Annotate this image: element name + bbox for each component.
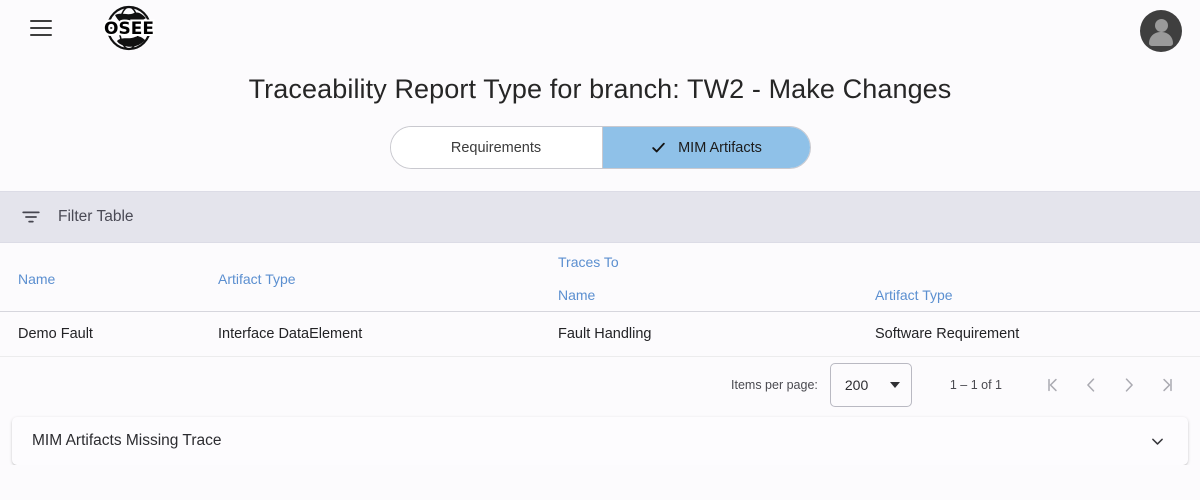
table-paginator: Items per page: 200 1 – 1 of 1	[0, 357, 1200, 413]
expansion-panel-mim-artifacts-missing-trace[interactable]: MIM Artifacts Missing Trace	[12, 417, 1188, 465]
avatar-body	[1149, 32, 1173, 46]
page-footer-space	[0, 465, 1200, 499]
column-group-header-traces-to: Traces To	[558, 254, 619, 270]
column-header-artifact-type[interactable]: Artifact Type	[218, 271, 296, 287]
first-page-icon	[1048, 378, 1057, 392]
top-toolbar: OSEE	[0, 0, 1200, 56]
filter-icon[interactable]	[20, 206, 42, 228]
chevron-down-icon[interactable]	[1149, 433, 1166, 450]
toggle-requirements-label: Requirements	[450, 139, 542, 156]
items-per-page-value: 200	[844, 377, 869, 393]
svg-text:OSEE: OSEE	[104, 19, 154, 39]
toggle-requirements[interactable]: Requirements	[390, 127, 602, 168]
menu-line	[30, 34, 52, 36]
osee-globe-icon: OSEE	[102, 5, 156, 51]
chevron-down-icon	[889, 382, 900, 388]
cell-artifact-type: Interface DataElement	[218, 326, 363, 342]
items-per-page-label: Items per page:	[731, 378, 818, 392]
column-header-name[interactable]: Name	[18, 271, 55, 287]
last-page-icon	[1163, 378, 1172, 392]
expansion-panel-wrapper: MIM Artifacts Missing Trace	[0, 413, 1200, 465]
app-root: OSEE Traceability Report Type for branch…	[0, 0, 1200, 500]
filter-bar	[0, 191, 1200, 243]
column-header-traces-to-name[interactable]: Name	[558, 287, 595, 303]
cell-name: Demo Fault	[18, 326, 93, 342]
items-per-page-select[interactable]: 200	[829, 363, 912, 407]
page-title: Traceability Report Type for branch: TW2…	[248, 74, 952, 104]
chevron-right-icon	[1125, 378, 1133, 392]
last-page-button[interactable]	[1148, 366, 1186, 404]
traceability-table: Name Artifact Type Traces To Name Artifa…	[0, 243, 1200, 357]
user-avatar-icon[interactable]	[1140, 10, 1182, 52]
cell-traces-to-artifact-type: Software Requirement	[875, 326, 1020, 342]
report-type-toggle-group[interactable]: Requirements MIM Artifacts	[389, 126, 811, 169]
osee-logo[interactable]: OSEE	[100, 3, 158, 53]
menu-line	[30, 20, 52, 22]
previous-page-button[interactable]	[1072, 366, 1110, 404]
toggle-mim-artifacts-label: MIM Artifacts	[678, 139, 762, 156]
table-row[interactable]: Demo Fault Interface DataElement Fault H…	[0, 312, 1200, 357]
first-page-button[interactable]	[1034, 366, 1072, 404]
next-page-button[interactable]	[1110, 366, 1148, 404]
toggle-mim-artifacts[interactable]: MIM Artifacts	[601, 127, 810, 168]
column-header-traces-to-artifact-type[interactable]: Artifact Type	[875, 287, 953, 303]
pagination-range-label: 1 – 1 of 1	[949, 378, 1002, 392]
menu-line	[30, 27, 52, 29]
report-type-toggle-wrapper: Requirements MIM Artifacts	[0, 126, 1200, 169]
chevron-left-icon	[1087, 378, 1095, 392]
check-icon	[652, 142, 665, 153]
hamburger-menu-icon[interactable]	[24, 11, 58, 45]
expansion-panel-title: MIM Artifacts Missing Trace	[32, 432, 222, 449]
avatar-head	[1154, 19, 1168, 32]
table-header: Name Artifact Type Traces To Name Artifa…	[0, 243, 1200, 312]
filter-table-input[interactable]	[58, 208, 478, 226]
cell-traces-to-name: Fault Handling	[558, 326, 652, 342]
